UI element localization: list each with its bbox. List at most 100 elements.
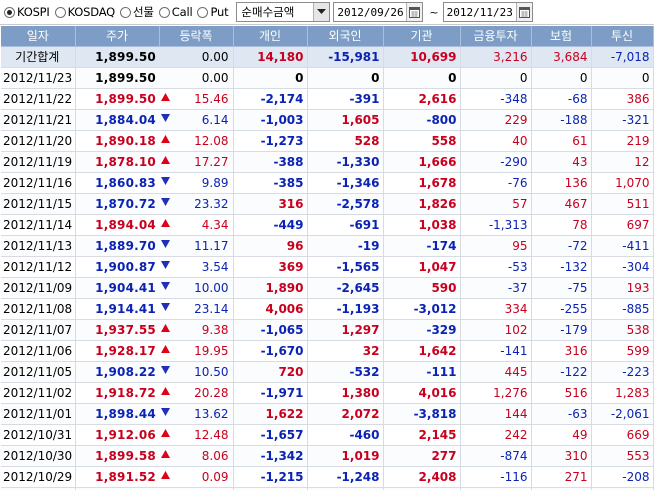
price-cell: 1,899.50 <box>75 88 159 110</box>
table-row[interactable]: 2012/11/08 1,914.41 23.14 4,006 -1,193 -3,012… <box>1 298 654 320</box>
fin-invest-cell: -53 <box>460 256 532 278</box>
fin-invest-cell: 57 <box>460 193 532 215</box>
institution-cell: 1,666 <box>383 151 461 173</box>
table-row[interactable]: 2012/11/13 1,889.70 11.17 96 -19 -174 95 -72 -41… <box>1 235 654 257</box>
table-row[interactable]: 2012/11/14 1,894.04 4.34 -449 -691 1,038 -1,31… <box>1 214 654 236</box>
trust-cell: 1,283 <box>591 382 654 404</box>
foreign-cell: -460 <box>307 424 384 446</box>
chevron-down-icon[interactable] <box>313 3 330 21</box>
market-radio-label: Put <box>210 5 229 19</box>
table-row[interactable]: 2012/11/22 1,899.50 15.46 -2,174 -391 2,616 -3… <box>1 88 654 110</box>
fin-invest-cell: -1,313 <box>460 214 532 236</box>
institution-cell: 1,047 <box>383 256 461 278</box>
institution-cell: 277 <box>383 445 461 467</box>
price-cell: 1,899.50 <box>75 46 159 68</box>
fin-invest-cell: 242 <box>460 424 532 446</box>
column-header-foreign[interactable]: 외국인 <box>307 26 384 47</box>
date-cell: 기간합계 <box>1 46 76 68</box>
column-header-individual[interactable]: 개인 <box>233 26 308 47</box>
change-cell: 6.14 <box>171 109 234 131</box>
change-cell: 0.00 <box>171 46 234 68</box>
table-row[interactable]: 2012/11/16 1,860.83 9.89 -385 -1,346 1,678 -76… <box>1 172 654 194</box>
radio-unselected-icon[interactable] <box>120 6 132 18</box>
view-select[interactable]: 순매수금액 <box>236 2 331 22</box>
column-header-trust[interactable]: 투신 <box>591 26 654 47</box>
date-cell: 2012/11/02 <box>1 382 76 404</box>
table-row[interactable]: 2012/11/20 1,890.18 12.08 -1,273 528 558 40 61 2… <box>1 130 654 152</box>
radio-unselected-icon[interactable] <box>54 6 66 18</box>
down-triangle-icon <box>159 109 171 131</box>
table-row[interactable]: 2012/11/12 1,900.87 3.54 369 -1,565 1,047 -53-… <box>1 256 654 278</box>
column-header-fin-invest[interactable]: 금융투자 <box>460 26 532 47</box>
calendar-icon[interactable] <box>406 3 423 21</box>
date-to-field[interactable]: 2012/11/23 <box>442 2 533 22</box>
table-row[interactable]: 2012/11/21 1,884.04 6.14 -1,003 1,605 -800 229… <box>1 109 654 131</box>
table-row[interactable]: 2012/11/06 1,928.17 19.95 -1,670 32 1,642 -141… <box>1 340 654 362</box>
date-cell: 2012/11/06 <box>1 340 76 362</box>
institution-cell: 1,678 <box>383 172 461 194</box>
table-row[interactable]: 2012/11/02 1,918.72 20.28 -1,971 1,380 4,016 1… <box>1 382 654 404</box>
change-cell: 8.06 <box>171 445 234 467</box>
market-radio-3[interactable]: Call <box>158 5 193 19</box>
table-row[interactable]: 2012/10/31 1,912.06 12.48 -1,657 -460 2,145 24… <box>1 424 654 446</box>
radio-unselected-icon[interactable] <box>197 6 209 18</box>
radio-selected-icon[interactable] <box>4 6 15 18</box>
up-triangle-icon <box>159 214 171 236</box>
price-cell: 1,914.41 <box>75 298 159 320</box>
market-radio-1[interactable]: KOSDAQ <box>54 5 115 19</box>
radio-unselected-icon[interactable] <box>158 6 170 18</box>
column-header-institution[interactable]: 기관 <box>383 26 461 47</box>
toolbar: KOSPI KOSDAQ 선물 Call Put 순매수금액 2012/09/26 ~ … <box>0 0 654 25</box>
insurance-cell: 3,684 <box>531 46 592 68</box>
foreign-cell: 1,605 <box>307 109 384 131</box>
individual-cell: 14,180 <box>233 46 308 68</box>
table-row[interactable]: 2012/11/15 1,870.72 23.32 316 -2,578 1,826 57 4… <box>1 193 654 215</box>
column-header-date[interactable]: 일자 <box>1 26 76 47</box>
column-header-insurance[interactable]: 보험 <box>531 26 592 47</box>
table-row[interactable]: 2012/10/29 1,891.52 0.09 -1,215 -1,248 2,408-… <box>1 466 654 488</box>
foreign-cell: -391 <box>307 88 384 110</box>
change-cell: 9.89 <box>171 172 234 194</box>
insurance-cell: 136 <box>531 172 592 194</box>
date-cell: 2012/11/23 <box>1 67 76 89</box>
change-cell: 19.95 <box>171 340 234 362</box>
market-radio-0[interactable]: KOSPI <box>4 5 50 19</box>
individual-cell: -1,971 <box>233 382 308 404</box>
market-radio-label: Call <box>171 5 193 19</box>
institution-cell: 1,038 <box>383 214 461 236</box>
market-radio-label: KOSPI <box>17 5 50 19</box>
date-cell: 2012/11/19 <box>1 151 76 173</box>
trust-cell: 193 <box>591 277 654 299</box>
summary-row[interactable]: 기간합계 1,899.50 0.00 14,180 -15,981 10,699 3,216… <box>1 46 654 68</box>
date-cell: 2012/11/01 <box>1 403 76 425</box>
trust-cell: 12 <box>591 151 654 173</box>
calendar-icon[interactable] <box>515 3 532 21</box>
table-row[interactable]: 2012/11/19 1,878.10 17.27 -388 -1,330 1,666 -2… <box>1 151 654 173</box>
market-radio-4[interactable]: Put <box>197 5 229 19</box>
individual-cell: 4,006 <box>233 298 308 320</box>
change-cell: 12.08 <box>171 130 234 152</box>
table-row[interactable]: 2012/11/05 1,908.22 10.50 720 -532 -111 445 -12… <box>1 361 654 383</box>
column-header-price[interactable]: 주가 <box>75 26 160 47</box>
trust-cell: 1,070 <box>591 172 654 194</box>
market-radio-2[interactable]: 선물 <box>120 4 154 20</box>
table-row[interactable]: 2012/11/23 1,899.50 0.00 0 0 0 0 0 0 <box>1 67 654 89</box>
column-header-change[interactable]: 등락폭 <box>159 26 234 47</box>
insurance-cell: 78 <box>531 214 592 236</box>
table-row[interactable]: 2012/10/30 1,899.58 8.06 -1,342 1,019 277 -874… <box>1 445 654 467</box>
trust-cell: -304 <box>591 256 654 278</box>
fin-invest-cell: 334 <box>460 298 532 320</box>
trust-cell: 538 <box>591 319 654 341</box>
table-row[interactable]: 2012/11/09 1,904.41 10.00 1,890 -2,645 590 -37… <box>1 277 654 299</box>
institution-cell: -174 <box>383 235 461 257</box>
table-row[interactable]: 2012/11/01 1,898.44 13.62 1,622 2,072 -3,818 1… <box>1 403 654 425</box>
date-from-field[interactable]: 2012/09/26 <box>333 2 424 22</box>
down-triangle-icon <box>159 277 171 299</box>
date-cell: 2012/11/16 <box>1 172 76 194</box>
foreign-cell: -15,981 <box>307 46 384 68</box>
fin-invest-cell: 144 <box>460 403 532 425</box>
insurance-cell: 310 <box>531 445 592 467</box>
table-row[interactable]: 2012/11/07 1,937.55 9.38 -1,065 1,297 -329 102… <box>1 319 654 341</box>
change-cell: 4.34 <box>171 214 234 236</box>
date-cell: 2012/11/13 <box>1 235 76 257</box>
